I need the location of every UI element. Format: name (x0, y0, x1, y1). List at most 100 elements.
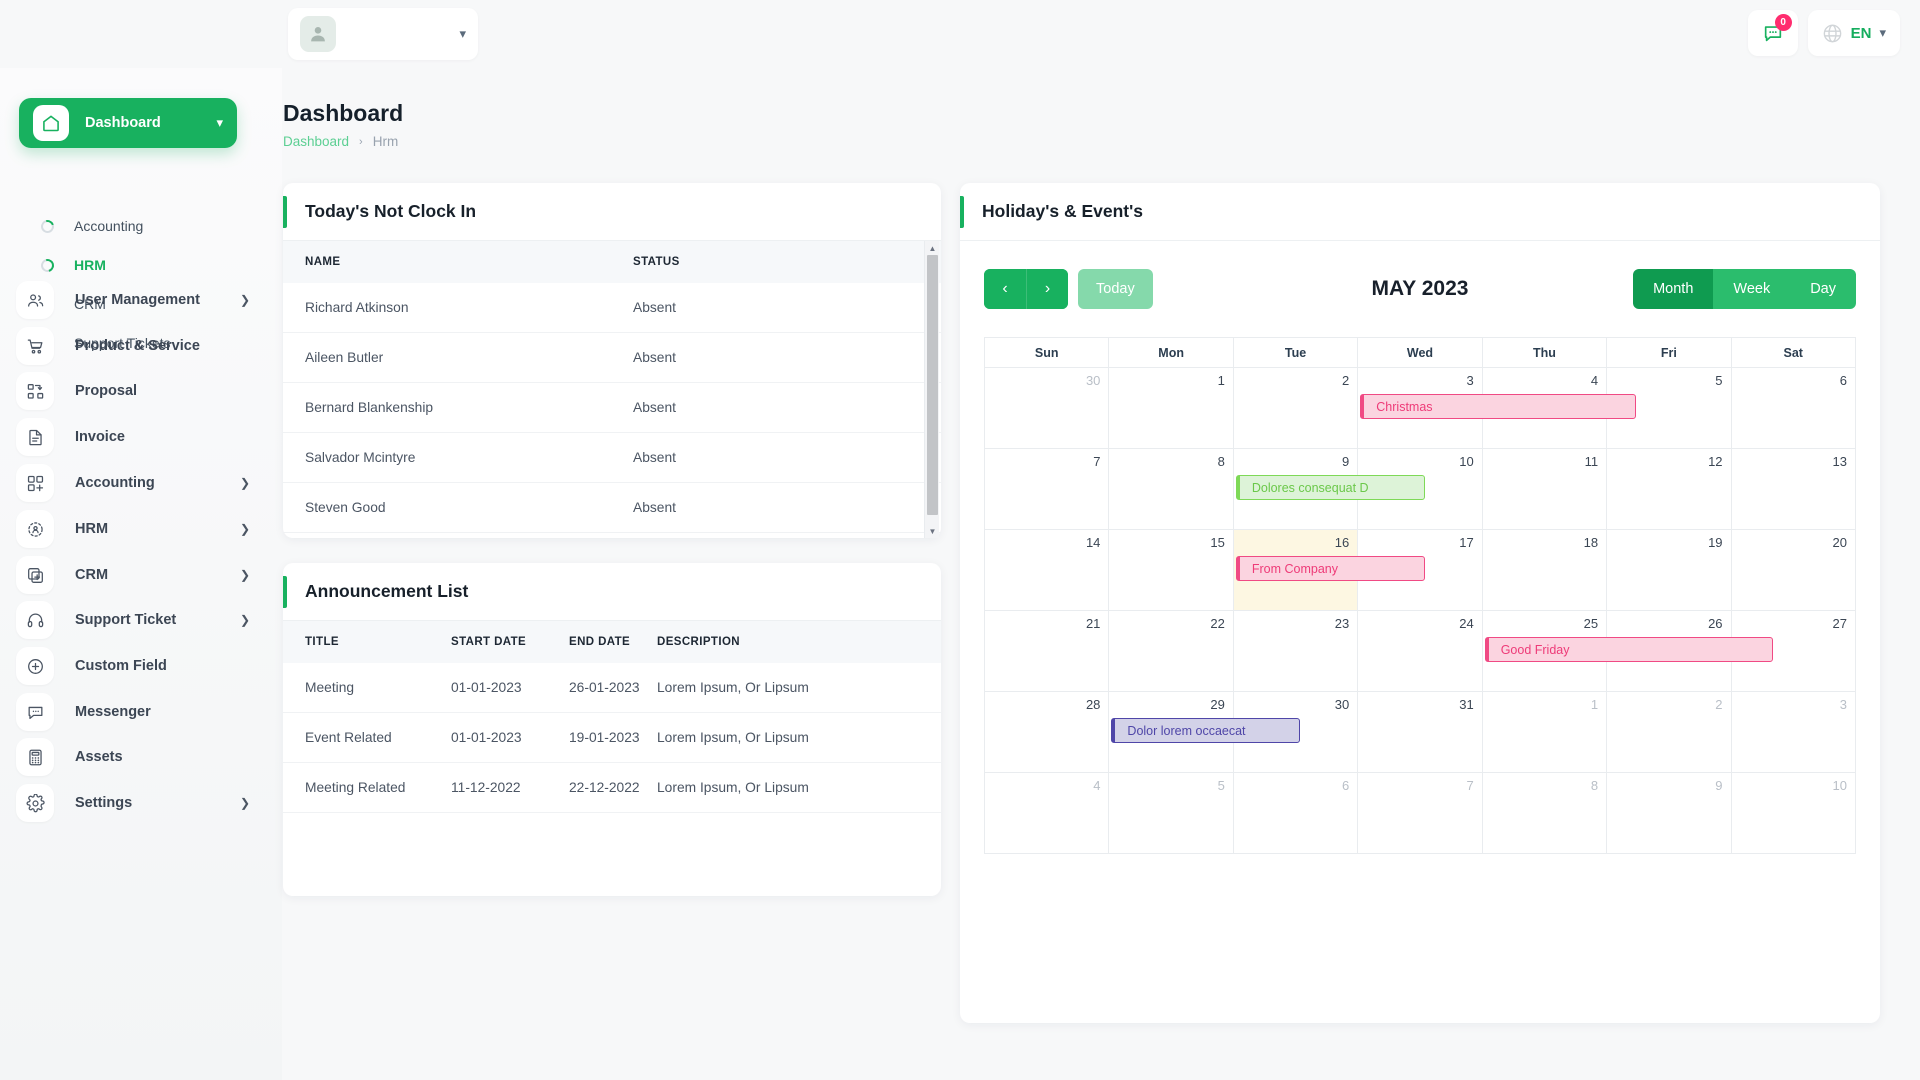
calendar-day-cell[interactable]: 12 (1607, 449, 1731, 530)
sidebar-item-user-management[interactable]: User Management❯ (16, 278, 266, 322)
table-cell: Bernard Blankenship (283, 383, 633, 433)
chevron-right-icon: ❯ (240, 613, 250, 627)
sidebar-item-proposal[interactable]: Proposal (16, 369, 266, 413)
calendar-day-cell[interactable]: 1 (1483, 692, 1607, 773)
calendar-day-cell[interactable]: 21 (985, 611, 1109, 692)
calendar-next-button[interactable]: › (1026, 269, 1068, 309)
messages-button[interactable]: 0 (1748, 10, 1798, 56)
sidebar-item-messenger[interactable]: Messenger (16, 690, 266, 734)
calendar-day-cell[interactable]: 30 (985, 368, 1109, 449)
calendar-day-cell[interactable]: 8 (1109, 449, 1233, 530)
calendar-day-cell[interactable]: 7 (1358, 773, 1482, 854)
sidebar-item-label: CRM (75, 567, 240, 583)
todays-not-clock-in-card: Today's Not Clock In NAMESTATUS Richard … (283, 183, 941, 538)
calendar-day-cell[interactable]: 6 (1732, 368, 1856, 449)
language-selector[interactable]: EN ▾ (1808, 10, 1900, 56)
calendar-event[interactable]: Christmas (1360, 394, 1636, 419)
calendar-day-cell[interactable]: 22 (1109, 611, 1233, 692)
calendar-day-cell[interactable]: 14 (985, 530, 1109, 611)
table-header-row: TITLESTART DATEEND DATEDESCRIPTION (283, 621, 941, 663)
sidebar-item-product-service[interactable]: Product & Service (16, 324, 266, 368)
scrollbar-thumb[interactable] (927, 255, 938, 515)
sidebar-item-dashboard[interactable]: Dashboard ▾ (19, 98, 237, 148)
profile-dropdown[interactable]: ▾ (288, 8, 478, 60)
crm-icon (16, 556, 54, 594)
gear-icon (16, 784, 54, 822)
scroll-down-icon[interactable]: ▼ (925, 524, 940, 538)
calendar-day-cell[interactable]: 31 (1358, 692, 1482, 773)
sidebar-item-settings[interactable]: Settings❯ (16, 781, 266, 825)
calendar-day-cell[interactable]: 8 (1483, 773, 1607, 854)
sidebar-item-accounting[interactable]: Accounting❯ (16, 461, 266, 505)
table-cell: Lorem Ipsum, Or Lipsum (657, 713, 941, 763)
calendar-day-cell[interactable]: 13 (1732, 449, 1856, 530)
sidebar-item-label: Assets (75, 749, 266, 765)
breadcrumb: Dashboard › Hrm (283, 134, 398, 149)
table-cell: Aileen Butler (283, 333, 633, 383)
calendar-day-cell[interactable]: 5 (1109, 773, 1233, 854)
card-header: Holiday's & Event's (960, 183, 1880, 241)
calendar-week-row: 21222324252627Good Friday (985, 611, 1856, 692)
calendar-week-row: 28293031123Dolor lorem occaecat (985, 692, 1856, 773)
sidebar-item-label: Settings (75, 795, 240, 811)
calendar-day-cell[interactable]: 6 (1234, 773, 1358, 854)
sidebar-subitem-accounting[interactable]: Accounting (19, 211, 259, 241)
sidebar-item-label: HRM (75, 521, 240, 537)
calendar-day-cell[interactable]: 7 (985, 449, 1109, 530)
weekday-header: Fri (1607, 338, 1731, 368)
sidebar-item-hrm[interactable]: HRM❯ (16, 507, 266, 551)
calendar-day-cell[interactable]: 18 (1483, 530, 1607, 611)
calendar-day-cell[interactable]: 28 (985, 692, 1109, 773)
clockin-scrollbar[interactable]: ▲ ▼ (924, 241, 939, 538)
cart-icon (16, 327, 54, 365)
calendar-event[interactable]: Dolores consequat D (1236, 475, 1425, 500)
sidebar-item-invoice[interactable]: Invoice (16, 415, 266, 459)
sidebar-item-label: Support Ticket (75, 612, 240, 628)
sidebar-item-custom-field[interactable]: Custom Field (16, 644, 266, 688)
calendar-day-cell[interactable]: 19 (1607, 530, 1731, 611)
sidebar-item-label: Messenger (75, 704, 266, 720)
calendar-day-cell[interactable]: 4 (985, 773, 1109, 854)
calendar-day-cell[interactable]: 15 (1109, 530, 1233, 611)
calendar-event[interactable]: Dolor lorem occaecat (1111, 718, 1300, 743)
sidebar-item-support-ticket[interactable]: Support Ticket❯ (16, 598, 266, 642)
table-cell: Salvador Mcintyre (283, 433, 633, 483)
calendar-view-day[interactable]: Day (1790, 269, 1856, 309)
sidebar-item-crm[interactable]: CRM❯ (16, 553, 266, 597)
calendar-day-cell[interactable]: 1 (1109, 368, 1233, 449)
calendar-view-month[interactable]: Month (1633, 269, 1713, 309)
calendar-day-cell[interactable]: 2 (1234, 368, 1358, 449)
table-cell: 11-12-2022 (451, 763, 569, 813)
card-title: Holiday's & Event's (982, 201, 1143, 222)
card-title: Announcement List (305, 581, 468, 602)
sidebar-item-label: Accounting (75, 475, 240, 491)
calendar-day-cell[interactable]: 20 (1732, 530, 1856, 611)
calendar-day-cell[interactable]: 10 (1732, 773, 1856, 854)
calendar-event[interactable]: From Company (1236, 556, 1425, 581)
calendar-event[interactable]: Good Friday (1485, 637, 1773, 662)
sidebar-subitem-hrm[interactable]: HRM (19, 250, 259, 280)
table-cell: 19-01-2023 (569, 713, 657, 763)
table-row: Event Related01-01-202319-01-2023Lorem I… (283, 713, 941, 763)
calendar-week-row: 45678910 (985, 773, 1856, 854)
calendar-day-cell[interactable]: 9 (1607, 773, 1731, 854)
calendar-day-cell[interactable]: 2 (1607, 692, 1731, 773)
calendar-week-row: 30123456Christmas (985, 368, 1856, 449)
breadcrumb-dashboard[interactable]: Dashboard (283, 134, 349, 149)
calendar-day-cell[interactable]: 23 (1234, 611, 1358, 692)
scroll-up-icon[interactable]: ▲ (925, 241, 940, 255)
table-cell: Meeting Related (283, 763, 451, 813)
calendar-day-cell[interactable]: 11 (1483, 449, 1607, 530)
calendar-prev-button[interactable]: ‹ (984, 269, 1026, 309)
calendar-view-week[interactable]: Week (1713, 269, 1790, 309)
page-title: Dashboard (283, 100, 403, 127)
calendar-body: ‹ › Today MAY 2023 MonthWeekDay SunMonTu… (960, 241, 1880, 878)
calendar-grid: SunMonTueWedThuFriSat 30123456Christmas7… (984, 337, 1856, 854)
sidebar-item-assets[interactable]: Assets (16, 735, 266, 779)
calendar-day-cell[interactable]: 24 (1358, 611, 1482, 692)
calendar-weeks: 30123456Christmas78910111213Dolores cons… (985, 368, 1856, 854)
weekday-header: Mon (1109, 338, 1233, 368)
sidebar-item-label: Custom Field (75, 658, 266, 674)
calendar-today-button[interactable]: Today (1078, 269, 1153, 309)
calendar-day-cell[interactable]: 3 (1732, 692, 1856, 773)
